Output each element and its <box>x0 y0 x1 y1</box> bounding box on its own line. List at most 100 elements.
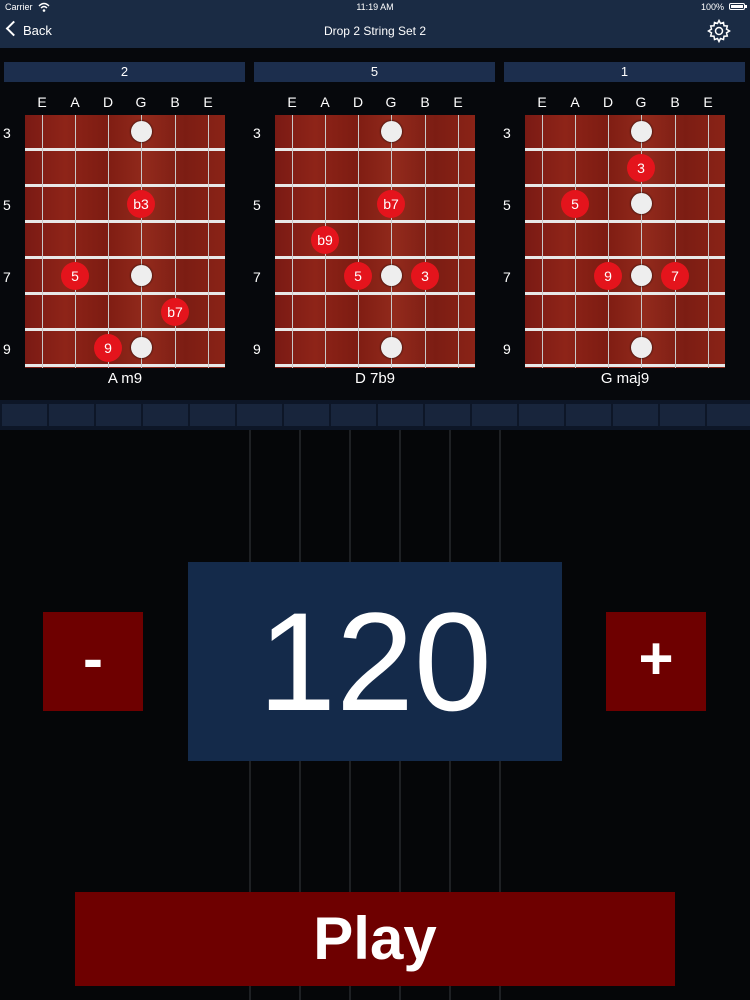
beat-cell <box>331 404 376 426</box>
chord-note-dot: 5 <box>61 262 89 290</box>
fret-number: 5 <box>3 197 11 213</box>
chord-note-dot: 3 <box>627 154 655 182</box>
string-label: D <box>352 94 364 110</box>
string-label: A <box>570 94 580 110</box>
fret-number: 7 <box>503 269 511 285</box>
chord-panels: 2 E A D G B E 3 5 7 9 b3 5 b7 9 A m9 5 E A … <box>0 48 750 400</box>
fret-position-marker <box>631 337 652 358</box>
fret-position-marker <box>381 337 402 358</box>
guitar-string <box>708 115 709 368</box>
chord-panel[interactable]: 5 E A D G B E 3 5 7 9 b7 b9 5 3 D 7b9 <box>250 48 500 400</box>
beat-cell <box>566 404 611 426</box>
string-label: B <box>420 94 430 110</box>
string-names: E A D G B E <box>275 94 475 110</box>
string-label: D <box>102 94 114 110</box>
fretboard: b7 b9 5 3 <box>275 115 475 368</box>
fret-number: 9 <box>253 341 261 357</box>
decrease-tempo-button[interactable]: - <box>43 612 143 711</box>
guitar-string <box>575 115 576 368</box>
chord-note-dot: b7 <box>377 190 405 218</box>
guitar-string <box>42 115 43 368</box>
tempo-display: 120 <box>188 562 562 761</box>
string-label: B <box>170 94 180 110</box>
beat-indicator-bar <box>0 400 750 430</box>
panel-degree-header: 1 <box>504 62 745 82</box>
fret-number: 7 <box>253 269 261 285</box>
beat-cell <box>143 404 188 426</box>
fret-wire <box>275 328 475 331</box>
beat-cell <box>472 404 517 426</box>
beat-cell <box>190 404 235 426</box>
fret-number: 3 <box>503 125 511 141</box>
page-title: Drop 2 String Set 2 <box>323 24 427 38</box>
beat-cell <box>707 404 750 426</box>
fret-position-marker <box>381 265 402 286</box>
chord-note-dot: 5 <box>561 190 589 218</box>
battery-icon <box>729 3 745 10</box>
fret-wire <box>275 148 475 151</box>
chord-panel[interactable]: 1 E A D G B E 3 5 7 9 3 5 9 7 G maj9 <box>500 48 750 400</box>
fret-wire <box>25 184 225 187</box>
string-label: G <box>385 94 397 110</box>
guitar-string <box>141 115 142 368</box>
fret-wire <box>25 220 225 223</box>
fretboard: b3 5 b7 9 <box>25 115 225 368</box>
fret-position-marker <box>631 193 652 214</box>
chord-name: D 7b9 <box>354 370 396 387</box>
gear-icon[interactable] <box>707 19 731 43</box>
string-label: E <box>453 94 463 110</box>
chord-note-dot: b7 <box>161 298 189 326</box>
chord-note-dot: 9 <box>594 262 622 290</box>
beat-cell <box>425 404 470 426</box>
fret-wire <box>525 292 725 295</box>
fret-number: 3 <box>253 125 261 141</box>
metronome-area: - 120 + Play <box>0 430 750 1000</box>
fret-wire <box>275 364 475 367</box>
guitar-string <box>108 115 109 368</box>
fret-wire <box>25 256 225 259</box>
string-label: E <box>287 94 297 110</box>
fret-number: 5 <box>253 197 261 213</box>
fret-number: 9 <box>503 341 511 357</box>
panel-degree-header: 2 <box>4 62 245 82</box>
fret-position-marker <box>631 265 652 286</box>
fret-wire <box>525 364 725 367</box>
play-button[interactable]: Play <box>75 892 675 986</box>
beat-cell <box>237 404 282 426</box>
guitar-string <box>675 115 676 368</box>
string-label: G <box>635 94 647 110</box>
fretboard: 3 5 9 7 <box>525 115 725 368</box>
guitar-string <box>542 115 543 368</box>
guitar-string <box>175 115 176 368</box>
guitar-string <box>608 115 609 368</box>
fret-wire <box>25 364 225 367</box>
fret-position-marker <box>131 337 152 358</box>
string-label: E <box>703 94 713 110</box>
fret-number: 7 <box>3 269 11 285</box>
guitar-string <box>641 115 642 368</box>
fret-wire <box>525 256 725 259</box>
increase-tempo-button[interactable]: + <box>606 612 706 711</box>
chord-note-dot: 9 <box>94 334 122 362</box>
chord-note-dot: b3 <box>127 190 155 218</box>
chord-name: G maj9 <box>600 370 650 387</box>
string-names: E A D G B E <box>525 94 725 110</box>
beat-cell <box>49 404 94 426</box>
string-label: B <box>670 94 680 110</box>
fret-position-marker <box>131 265 152 286</box>
guitar-string <box>358 115 359 368</box>
string-label: A <box>70 94 80 110</box>
beat-cell <box>613 404 658 426</box>
status-bar: Carrier 11:19 AM 100% <box>0 0 750 14</box>
fret-wire <box>525 220 725 223</box>
fret-wire <box>25 148 225 151</box>
fret-wire <box>525 148 725 151</box>
fret-number: 5 <box>503 197 511 213</box>
beat-cell <box>284 404 329 426</box>
string-label: D <box>602 94 614 110</box>
chord-note-dot: b9 <box>311 226 339 254</box>
chord-panel[interactable]: 2 E A D G B E 3 5 7 9 b3 5 b7 9 A m9 <box>0 48 250 400</box>
beat-cell <box>2 404 47 426</box>
string-label: E <box>203 94 213 110</box>
string-label: E <box>37 94 47 110</box>
